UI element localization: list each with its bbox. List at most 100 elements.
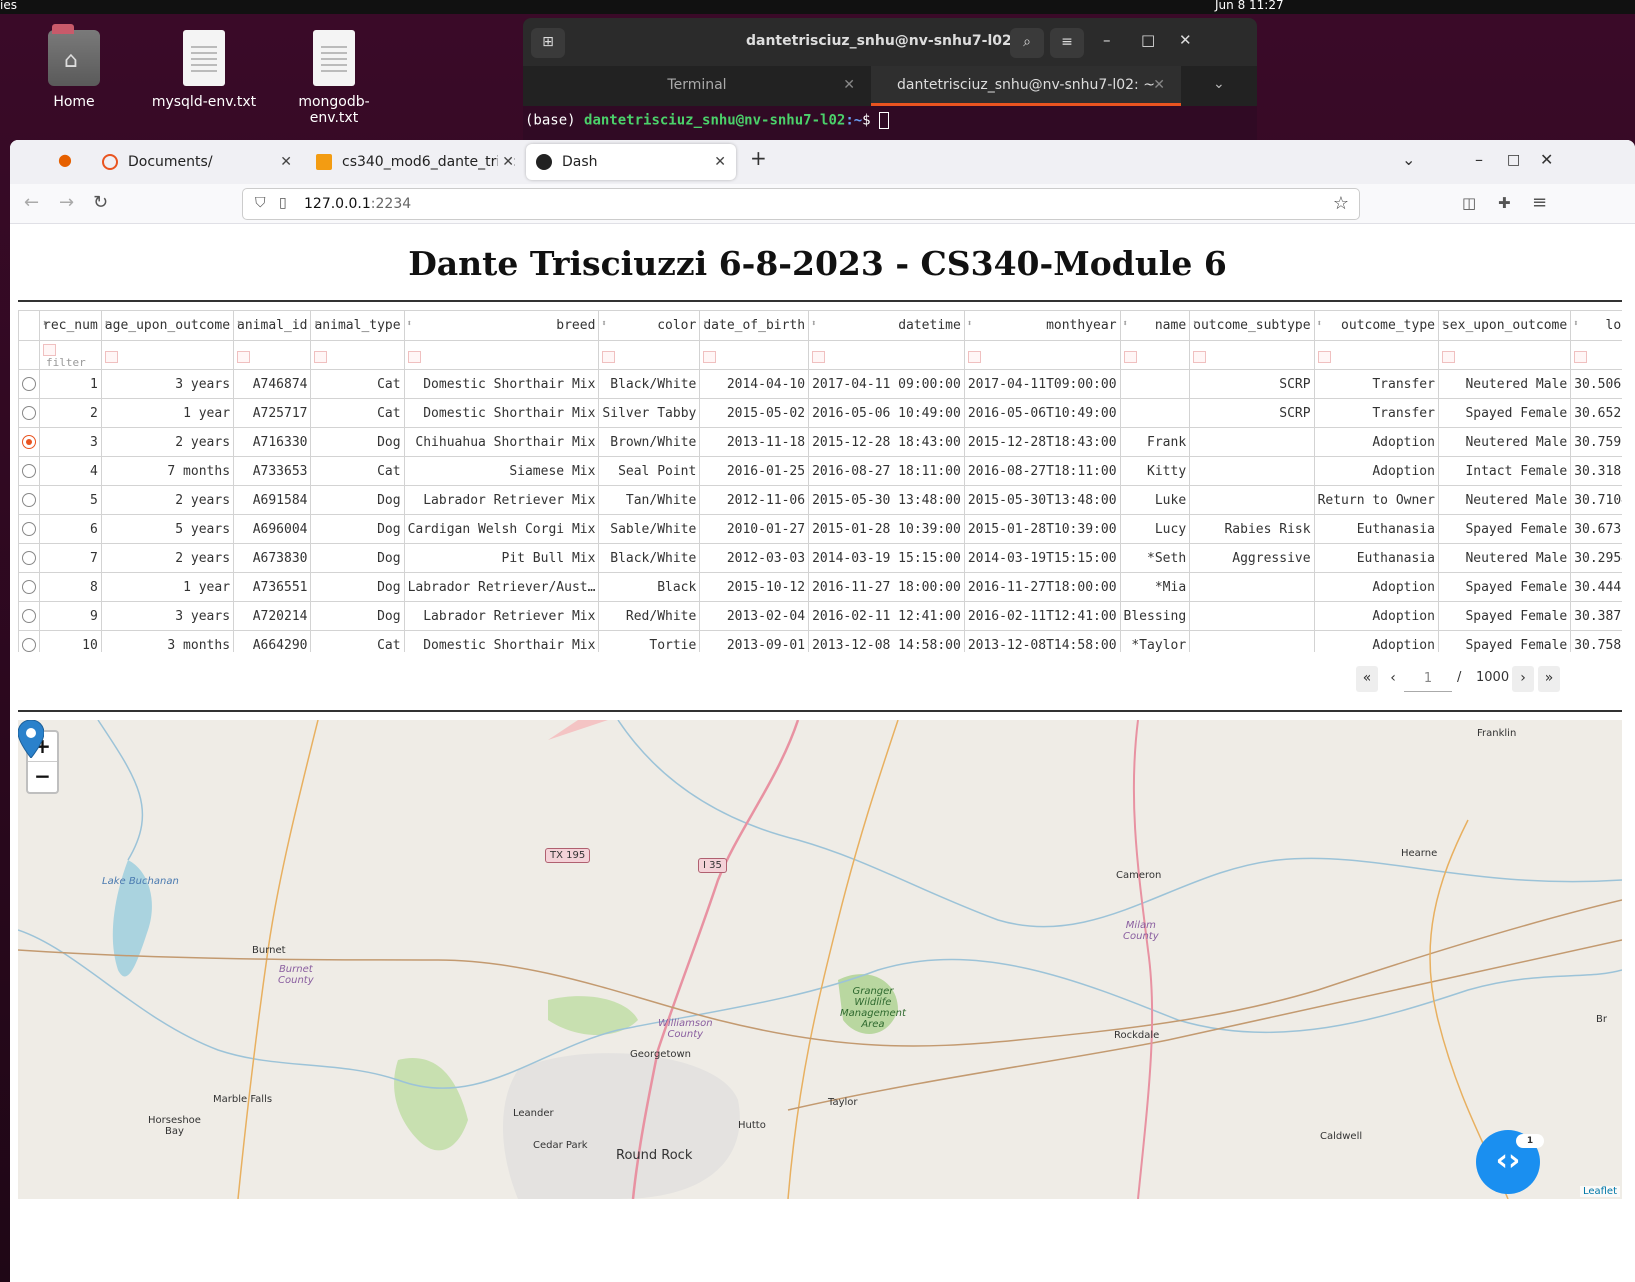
url-bar[interactable]: ⛉ ▯ 127.0.0.1:2234 ☆ [242,188,1360,220]
filter-input[interactable] [1119,340,1191,370]
table-cell[interactable]: 2014-03-19 15:15:00 [808,543,965,573]
table-cell[interactable]: Spayed Female [1437,630,1572,652]
first-page-icon[interactable]: « [1356,666,1378,692]
filter-case-icon[interactable] [43,344,56,356]
desktop-icon-mongodb-env[interactable]: mongodb-env.txt [279,30,389,126]
column-header[interactable]: ⬍ monthyear [963,310,1121,341]
table-cell[interactable]: 2017-04-11 09:00:00 [808,369,965,399]
table-cell[interactable]: Rabies Risk [1189,514,1315,544]
table-cell[interactable]: 6 [39,514,102,544]
table-cell[interactable]: 5 [39,485,102,515]
table-cell[interactable]: 2013-12-08 14:58:00 [808,630,965,652]
table-cell[interactable]: Cardigan Welsh Corgi Mix [403,514,600,544]
filter-input[interactable] [808,340,965,370]
table-cell[interactable]: Cat [310,456,405,486]
row-select-radio[interactable] [22,580,36,594]
table-cell[interactable]: A673830 [233,543,312,573]
table-row[interactable]: 10 3 months A664290 Cat Domestic Shorthair M… [18,630,1622,652]
table-cell[interactable]: Cat [310,398,405,428]
table-cell[interactable]: Spayed Female [1437,572,1572,602]
hamburger-menu-icon[interactable]: ≡ [1050,28,1084,58]
table-cell[interactable] [1189,485,1315,515]
table-cell[interactable]: Sable/White [598,514,701,544]
page-number-input[interactable]: 1 [1404,666,1452,692]
table-cell[interactable]: 2013-02-04 [699,601,810,631]
table-cell[interactable]: 2010-01-27 [699,514,810,544]
column-header[interactable]: ⬍ animal_type [310,310,405,341]
table-cell[interactable]: Domestic Shorthair Mix [403,369,600,399]
sort-icon[interactable]: ⬍ [601,319,606,329]
table-cell[interactable] [1119,369,1191,399]
column-header[interactable]: ⬍ date_of_birth [699,310,810,341]
filter-case-icon[interactable] [314,350,328,363]
table-cell[interactable]: 30.3188063374257 [1570,456,1622,486]
table-cell[interactable]: 2012-03-03 [699,543,810,573]
filter-input[interactable] [1570,340,1622,370]
table-cell[interactable]: Spayed Female [1437,398,1572,428]
table-cell[interactable]: 2015-05-30T13:48:00 [963,485,1121,515]
table-cell[interactable]: 2015-10-12 [699,572,810,602]
last-page-icon[interactable]: » [1538,666,1560,692]
table-row[interactable]: 47 months A733653 Cat Siamese Mix Seal Point… [18,456,1622,486]
sort-icon[interactable]: ⬍ [236,319,241,329]
table-cell[interactable]: 2014-04-10 [699,369,810,399]
sort-icon[interactable]: ⬍ [1441,319,1446,329]
table-cell[interactable]: A696004 [233,514,312,544]
table-cell[interactable]: Frank [1119,427,1191,457]
column-header[interactable]: ⬍ datetime [808,310,965,341]
table-cell[interactable]: 7 [39,543,102,573]
table-cell[interactable]: 10 [39,630,102,652]
sort-icon[interactable]: ⬍ [702,319,707,329]
table-cell[interactable]: A664290 [233,630,312,652]
column-header[interactable]: ⬍ outcome_subtype [1189,310,1315,341]
sort-icon[interactable]: ⬍ [1192,319,1197,329]
table-cell[interactable] [1189,572,1315,602]
table-cell[interactable]: 2015-01-28 10:39:00 [808,514,965,544]
new-tab-plus-icon[interactable]: + [750,146,767,170]
table-cell[interactable]: 2013-11-18 [699,427,810,457]
table-cell[interactable]: Spayed Female [1437,514,1572,544]
table-cell[interactable]: Blessing [1119,601,1191,631]
activities-label[interactable]: ies [0,0,17,12]
browser-window[interactable]: ● Documents/ ✕ cs340_mod6_dante_trisc ✕ … [10,140,1635,1282]
table-cell[interactable]: 2016-05-06 10:49:00 [808,398,965,428]
browser-tab-documents[interactable]: Documents/ ✕ [92,144,302,180]
table-cell[interactable]: 30.7104815618433 [1570,485,1622,515]
forward-arrow-icon[interactable]: → [59,192,74,213]
chevron-down-icon[interactable]: ⌄ [1213,76,1225,92]
table-row[interactable]: 72 years A673830 Dog Pit Bull Mix Black/Whit… [18,543,1622,573]
table-cell[interactable]: Dog [310,601,405,631]
table-cell[interactable]: 3 [39,427,102,457]
minimize-icon[interactable]: – [1103,31,1111,49]
filter-case-icon[interactable] [602,350,616,363]
table-cell[interactable]: Intact Female [1437,456,1572,486]
close-window-icon[interactable]: ✕ [1540,150,1553,169]
search-icon[interactable]: ⌕ [1010,28,1044,58]
terminal-header[interactable]: ⊞ dantetrisciuz_snhu@nv-snhu7-l02: ~ ⌕ ≡… [523,18,1257,66]
sort-icon[interactable]: ⬍ [1123,319,1128,329]
table-cell[interactable]: Neutered Male [1437,427,1572,457]
row-select-cell[interactable] [18,398,40,428]
table-cell[interactable]: 2016-02-11T12:41:00 [963,601,1121,631]
table-cell[interactable]: 1 [39,369,102,399]
desktop-icon-mysqld-env[interactable]: mysqld-env.txt [149,30,259,110]
table-cell[interactable]: Labrador Retriever Mix [403,485,600,515]
table-cell[interactable]: 2015-12-28T18:43:00 [963,427,1121,457]
row-select-radio[interactable] [22,638,36,652]
next-page-icon[interactable]: › [1512,666,1534,692]
table-cell[interactable]: Dog [310,427,405,457]
table-cell[interactable]: 1 year [100,398,235,428]
filter-input[interactable] [699,340,810,370]
table-cell[interactable]: Tortie [598,630,701,652]
desktop-icon-home[interactable]: ⌂ Home [19,24,129,110]
terminal-tab-active[interactable]: dantetrisciuz_snhu@nv-snhu7-l02: ~ ✕ [871,66,1181,106]
table-cell[interactable]: Dog [310,543,405,573]
table-row[interactable]: 32 years A716330 Dog Chihuahua Shorthair Mi… [18,427,1622,457]
sort-icon[interactable]: ⬍ [313,319,318,329]
sort-icon[interactable]: ⬍ [1573,319,1578,329]
table-cell[interactable]: Spayed Female [1437,601,1572,631]
table-cell[interactable]: *Seth [1119,543,1191,573]
row-select-cell[interactable] [18,485,40,515]
clock[interactable]: Jun 8 11:27 [1215,0,1284,12]
table-cell[interactable] [1189,456,1315,486]
